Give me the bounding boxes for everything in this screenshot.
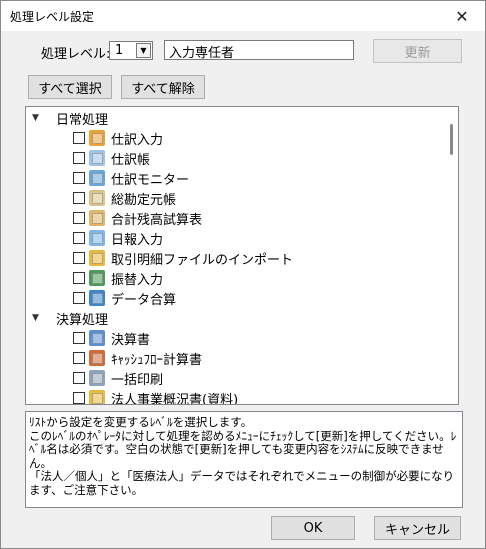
level-name-input[interactable]: 入力専任者 bbox=[164, 40, 354, 61]
cashflow-icon bbox=[89, 350, 105, 366]
description-line: 「法人／個人」と「医療法人」データではそれぞれでメニューの制御が必要になります、… bbox=[29, 469, 455, 497]
menu-checkbox[interactable] bbox=[73, 292, 85, 304]
tree-item[interactable]: 仕訳入力 bbox=[73, 128, 163, 148]
tree-group-label: 決算処理 bbox=[56, 312, 109, 328]
tree-item-label: 取引明細ファイルのインポート bbox=[111, 252, 294, 268]
tree-item[interactable]: 一括印刷 bbox=[73, 368, 163, 388]
tree-item-label: 仕訳帳 bbox=[111, 152, 151, 168]
cancel-button[interactable]: キャンセル bbox=[374, 516, 461, 540]
level-label: 処理レベル: bbox=[41, 47, 111, 62]
select-all-button[interactable]: すべて選択 bbox=[28, 75, 112, 99]
level-settings-dialog: 処理レベル設定 ✕ 処理レベル: 1 ▼ 入力専任者 更新 すべて選択 すべて解… bbox=[0, 0, 486, 549]
tree-item-label: 振替入力 bbox=[111, 272, 164, 288]
menu-checkbox[interactable] bbox=[73, 392, 85, 404]
daily-report-icon bbox=[89, 230, 105, 246]
menu-checkbox[interactable] bbox=[73, 232, 85, 244]
menu-checkbox[interactable] bbox=[73, 172, 85, 184]
tree-item-label: 仕訳モニター bbox=[111, 172, 190, 188]
tree-item[interactable]: データ合算 bbox=[73, 288, 176, 308]
tree-group[interactable]: ▼ 日常処理 bbox=[32, 108, 108, 128]
menu-checkbox[interactable] bbox=[73, 212, 85, 224]
tree-group[interactable]: ▼ 決算処理 bbox=[32, 308, 108, 328]
scrollbar-thumb[interactable] bbox=[450, 124, 453, 155]
level-select[interactable]: 1 ▼ bbox=[109, 41, 153, 60]
tree-item[interactable]: 仕訳モニター bbox=[73, 168, 189, 188]
expand-icon[interactable]: ▼ bbox=[32, 113, 44, 123]
journal-monitor-icon bbox=[89, 170, 105, 186]
tree-scrollbar[interactable] bbox=[444, 107, 458, 404]
menu-checkbox[interactable] bbox=[73, 252, 85, 264]
update-button[interactable]: 更新 bbox=[373, 39, 462, 63]
financial-statement-icon bbox=[89, 330, 105, 346]
menu-checkbox[interactable] bbox=[73, 132, 85, 144]
title-bar: 処理レベル設定 ✕ bbox=[1, 1, 485, 31]
data-merge-icon bbox=[89, 290, 105, 306]
tree-item[interactable]: 決算書 bbox=[73, 328, 150, 348]
tree-item[interactable]: 日報入力 bbox=[73, 228, 163, 248]
tree-item-label: 日報入力 bbox=[111, 232, 164, 248]
menu-checkbox[interactable] bbox=[73, 272, 85, 284]
tree-item[interactable]: 法人事業概況書(資料) bbox=[73, 388, 239, 405]
tree-item-label: 仕訳入力 bbox=[111, 132, 164, 148]
transfer-entry-icon bbox=[89, 270, 105, 286]
menu-checkbox[interactable] bbox=[73, 152, 85, 164]
business-overview-icon bbox=[89, 390, 105, 404]
tree-item[interactable]: ｷｬｯｼｭﾌﾛｰ計算書 bbox=[73, 348, 202, 368]
journal-entry-icon bbox=[89, 130, 105, 146]
window-title: 処理レベル設定 bbox=[10, 10, 95, 24]
menu-checkbox[interactable] bbox=[73, 192, 85, 204]
menu-checkbox[interactable] bbox=[73, 352, 85, 364]
trial-balance-icon bbox=[89, 210, 105, 226]
menu-checkbox[interactable] bbox=[73, 332, 85, 344]
printer-icon bbox=[89, 370, 105, 386]
description-box: ﾘｽﾄから設定を変更するﾚﾍﾞﾙを選択します。 このﾚﾍﾞﾙのｵﾍﾟﾚｰﾀに対し… bbox=[25, 411, 463, 508]
chevron-down-icon[interactable]: ▼ bbox=[136, 43, 151, 58]
tree-item-label: 総勘定元帳 bbox=[111, 192, 177, 208]
deselect-all-button[interactable]: すべて解除 bbox=[121, 75, 205, 99]
expand-icon[interactable]: ▼ bbox=[32, 313, 44, 323]
tree-item[interactable]: 仕訳帳 bbox=[73, 148, 150, 168]
journal-book-icon bbox=[89, 150, 105, 166]
tree-item[interactable]: 取引明細ファイルのインポート bbox=[73, 248, 293, 268]
tree-item-label: 合計残高試算表 bbox=[111, 212, 203, 228]
tree-group-label: 日常処理 bbox=[56, 112, 109, 128]
ok-button[interactable]: OK bbox=[271, 516, 355, 540]
menu-tree[interactable]: ▼ 日常処理 仕訳入力仕訳帳仕訳モニター 総勘定元帳合計残高試算表 日報入力取引明細ファ… bbox=[25, 106, 459, 405]
general-ledger-icon bbox=[89, 190, 105, 206]
level-select-value: 1 bbox=[115, 43, 124, 58]
import-icon bbox=[89, 250, 105, 266]
tree-item-label: 法人事業概況書(資料) bbox=[111, 392, 239, 405]
tree-item[interactable]: 振替入力 bbox=[73, 268, 163, 288]
description-line: このﾚﾍﾞﾙのｵﾍﾟﾚｰﾀに対して処理を認めるﾒﾆｭｰにﾁｪｯｸして[更新]を押… bbox=[29, 428, 457, 470]
close-icon[interactable]: ✕ bbox=[439, 1, 485, 31]
tree-item-label: 決算書 bbox=[111, 332, 151, 348]
tree-item-label: ｷｬｯｼｭﾌﾛｰ計算書 bbox=[111, 352, 203, 368]
tree-item[interactable]: 総勘定元帳 bbox=[73, 188, 176, 208]
description-line: ﾘｽﾄから設定を変更するﾚﾍﾞﾙを選択します。 bbox=[29, 415, 253, 429]
tree-item[interactable]: 合計残高試算表 bbox=[73, 208, 202, 228]
tree-item-label: 一括印刷 bbox=[111, 372, 164, 388]
menu-checkbox[interactable] bbox=[73, 372, 85, 384]
tree-item-label: データ合算 bbox=[111, 292, 177, 308]
